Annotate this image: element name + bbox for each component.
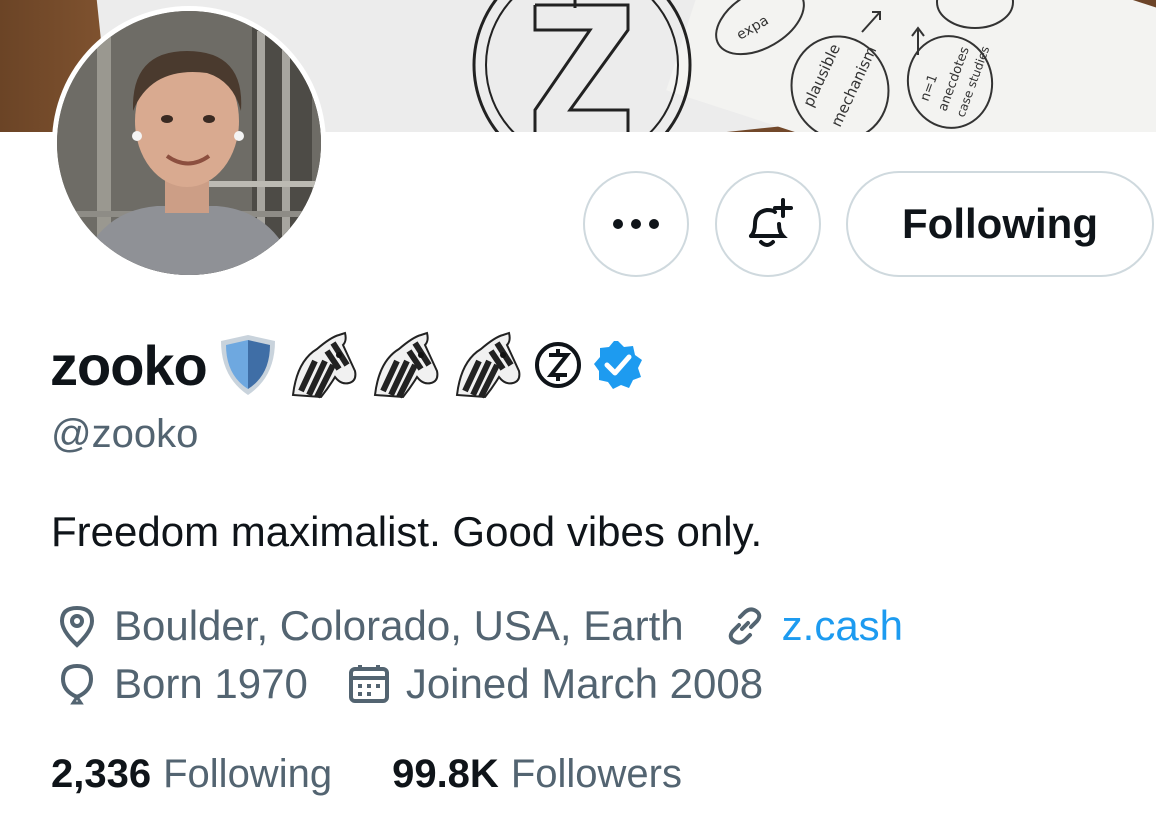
- location-pin-icon: [59, 605, 95, 648]
- bell-plus-icon: [749, 198, 793, 247]
- notifications-button[interactable]: [715, 171, 821, 277]
- following-stat[interactable]: 2,336 Following: [51, 752, 332, 797]
- profile-meta-dates-row: Born 1970 Joined March 2008: [54, 659, 801, 709]
- following-count: 2,336: [51, 752, 152, 796]
- link-icon: [728, 607, 761, 645]
- location-item: Boulder, Colorado, USA, Earth: [54, 602, 684, 650]
- user-handle: @zooko: [51, 412, 199, 456]
- birthday-text: Born 1970: [114, 660, 308, 707]
- followers-count: 99.8K: [392, 752, 499, 796]
- avatar-illustration: [57, 11, 321, 275]
- joined-item: Joined March 2008: [346, 660, 763, 708]
- profile-name-row: zooko: [50, 330, 653, 400]
- shield-icon: [217, 333, 279, 397]
- following-label: Following: [163, 752, 333, 796]
- balloon-icon: [60, 663, 94, 705]
- birthday-item: Born 1970: [54, 660, 308, 708]
- location-text: Boulder, Colorado, USA, Earth: [114, 602, 684, 649]
- zcash-logo-icon: [533, 340, 583, 390]
- calendar-icon: [348, 665, 389, 703]
- verified-badge-icon[interactable]: [591, 338, 645, 392]
- followers-label: Followers: [510, 752, 682, 796]
- zebra-icon: [451, 331, 525, 399]
- joined-text: Joined March 2008: [405, 660, 764, 707]
- avatar-photo: [57, 11, 321, 275]
- zebra-icon: [369, 331, 443, 399]
- avatar[interactable]: [52, 6, 326, 280]
- website-item[interactable]: z.cash: [722, 602, 903, 650]
- banner-sketch-text: expa: [734, 13, 772, 44]
- more-options-button[interactable]: [583, 171, 689, 277]
- profile-meta-location-row: Boulder, Colorado, USA, Earth z.cash: [54, 601, 941, 651]
- following-button[interactable]: Following: [846, 171, 1154, 277]
- website-link[interactable]: z.cash: [782, 602, 903, 650]
- display-name: zooko: [50, 333, 208, 397]
- profile-stats: 2,336 Following 99.8K Followers: [51, 752, 742, 797]
- banner-sketch-text: n=1: [918, 72, 941, 103]
- more-icon: [613, 219, 659, 229]
- followers-stat[interactable]: 99.8K Followers: [392, 752, 682, 797]
- zebra-icon: [287, 331, 361, 399]
- profile-bio: Freedom maximalist. Good vibes only.: [51, 508, 763, 555]
